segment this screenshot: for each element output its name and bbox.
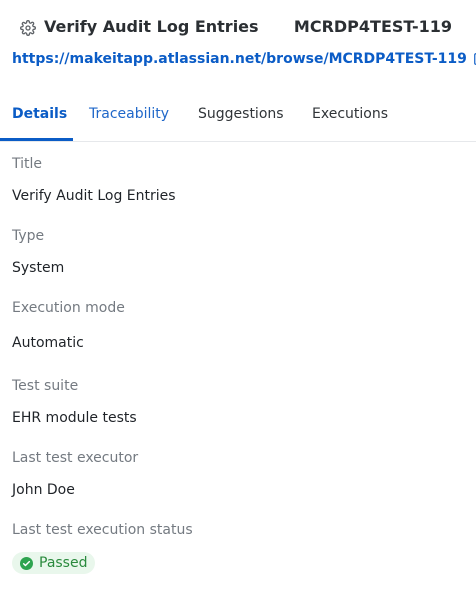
title-value: Verify Audit Log Entries: [12, 188, 176, 204]
execution-mode-label: Execution mode: [12, 300, 125, 316]
tab-bar: Details Traceability Suggestions Executi…: [0, 88, 476, 142]
tab-traceability[interactable]: Traceability: [89, 106, 169, 122]
last-executor-label: Last test executor: [12, 450, 139, 466]
status-badge-label: Passed: [39, 555, 88, 571]
test-suite-value: EHR module tests: [12, 410, 137, 426]
issue-link-row: https://makeitapp.atlassian.net/browse/M…: [12, 51, 476, 67]
page-title: Verify Audit Log Entries: [44, 17, 259, 36]
active-tab-indicator: [0, 138, 73, 141]
issue-url-link[interactable]: https://makeitapp.atlassian.net/browse/M…: [12, 51, 467, 67]
status-badge: Passed: [12, 552, 96, 574]
last-executor-value: John Doe: [12, 482, 75, 498]
gear-icon[interactable]: [20, 20, 36, 36]
issue-key: MCRDP4TEST-119: [293, 17, 452, 36]
title-label: Title: [12, 156, 43, 172]
tab-suggestions[interactable]: Suggestions: [198, 106, 284, 122]
execution-mode-value: Automatic: [12, 335, 84, 351]
tab-executions[interactable]: Executions: [312, 106, 388, 122]
detail-header: Verify Audit Log Entries MCRDP4TEST-119: [0, 0, 476, 56]
type-value: System: [12, 260, 65, 276]
type-label: Type: [12, 228, 45, 244]
check-circle-icon: [20, 556, 33, 570]
test-suite-label: Test suite: [12, 378, 79, 394]
tab-details[interactable]: Details: [12, 106, 67, 122]
last-status-label: Last test execution status: [12, 522, 193, 538]
